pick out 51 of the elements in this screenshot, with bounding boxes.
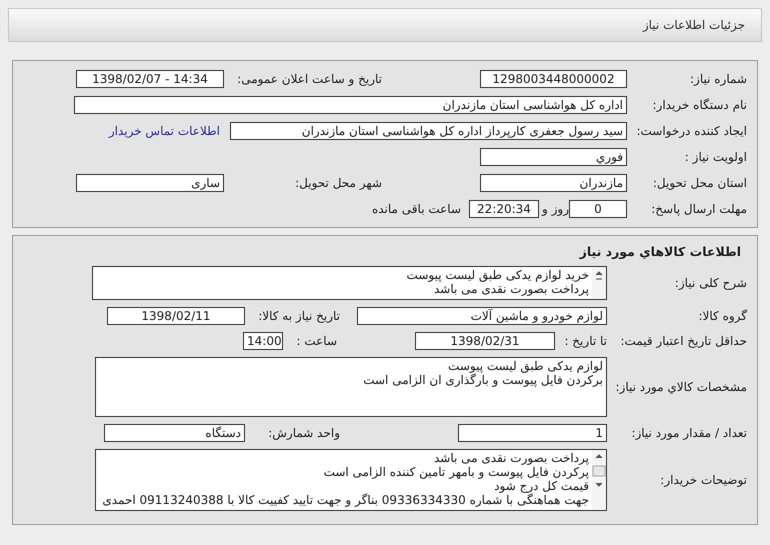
text-area[interactable]: خرید لوازم یدکی طبق لیست پیوست پرداخت بصورت نقدی می باشد <box>92 266 607 300</box>
input-field[interactable]: 1 <box>458 424 607 442</box>
page-title: جزئیات اطلاعات نیاز <box>642 18 745 32</box>
input-field[interactable]: 1398/02/11 <box>107 307 245 325</box>
scrollbar[interactable] <box>592 450 606 510</box>
text-line: برکردن فایل پیوست و بارگذاری ان الزامی است <box>362 373 603 387</box>
input-field[interactable]: 0 <box>569 200 627 218</box>
input-field[interactable]: 1398/02/31 <box>415 332 555 350</box>
input-field[interactable]: مازندران <box>480 174 627 192</box>
field-label: مهلت ارسال پاسخ: <box>650 202 747 216</box>
scrollbar[interactable] <box>592 267 606 299</box>
input-field[interactable]: 22:20:34 <box>469 200 539 218</box>
unit-label: روز و <box>540 202 569 216</box>
input-field[interactable]: دستگاه <box>104 424 245 442</box>
field-label: حداقل تاریخ اعتبار قیمت: <box>619 334 747 348</box>
field-label: ایجاد کننده درخواست: <box>635 124 747 138</box>
text-line: لوازم یدکی طبق لیست پیوست <box>447 359 603 373</box>
field-label: شهر محل تحویل: <box>294 176 382 190</box>
input-field[interactable]: 1298003448000002 <box>480 70 627 88</box>
input-field[interactable]: 14:00 <box>243 332 283 350</box>
input-field[interactable]: اداره کل هواشناسی استان مازندران <box>74 96 627 114</box>
text-line: جهت هماهنگی با شماره 09336334330 بناگر و جهت تایید کفییت کالا با 09113240388 احمدی <box>101 493 589 507</box>
field-label: توضیحات خریدار: <box>659 473 747 487</box>
field-label: تاریخ و ساعت اعلان عمومی: <box>236 72 382 86</box>
section-heading: اطلاعات كالاهاي مورد نياز <box>578 244 742 259</box>
field-label: تعداد / مقدار مورد نیاز: <box>630 426 747 440</box>
field-label: گروه کالا: <box>698 309 747 323</box>
text-line: پرکردن فایل پیوست و بامهر تامین کننده الزامی است <box>322 465 589 479</box>
unit-label: ساعت باقی مانده <box>370 202 461 216</box>
field-label: شماره نیاز: <box>689 72 747 86</box>
field-label: تاریخ نیاز به کالا: <box>257 309 340 323</box>
field-label: واحد شمارش: <box>267 426 340 440</box>
text-area[interactable]: لوازم یدکی طبق لیست پیوست برکردن فایل پیوست و بارگذاری ان الزامی است <box>95 357 607 417</box>
input-field[interactable]: ساری <box>76 174 224 192</box>
input-field[interactable]: 1398/02/07 - 14:34 <box>76 70 224 88</box>
input-field[interactable]: فوري <box>480 148 627 166</box>
text-line: خرید لوازم یدکی طبق لیست پیوست <box>406 268 589 282</box>
field-label: نام دستگاه خریدار: <box>652 98 747 112</box>
text-line: پرداخت بصورت نقدی می باشد <box>432 451 589 465</box>
text-line: قیمت کل درج شود <box>493 479 589 493</box>
field-label: شرح کلی نیاز: <box>674 276 747 290</box>
field-label: مشخصات کالاي مورد نیاز: <box>614 380 747 394</box>
field-label: استان محل تحویل: <box>652 176 747 190</box>
input-field[interactable]: لوازم خودرو و ماشین آلات <box>357 307 607 325</box>
field-label: ساعت : <box>295 334 337 348</box>
field-label: تا تاریخ : <box>563 334 607 348</box>
contact-link[interactable]: اطلاعات تماس خریدار <box>108 124 220 138</box>
input-field[interactable]: سید رسول جعفری کارپرداز اداره کل هواشناسی استان مازندران <box>230 122 627 140</box>
text-line: پرداخت بصورت نقدی می باشد <box>432 282 589 296</box>
text-area[interactable]: پرداخت بصورت نقدی می باشد پرکردن فایل پیوست و بامهر تامین کننده الزامی است قیمت کل درج شود جهت هماهنگی با شماره 09336334330 بناگر و جهت تایید کفییت کالا با 09113240388 احمدی <box>95 449 607 511</box>
field-label: اولویت نیاز : <box>684 150 747 164</box>
